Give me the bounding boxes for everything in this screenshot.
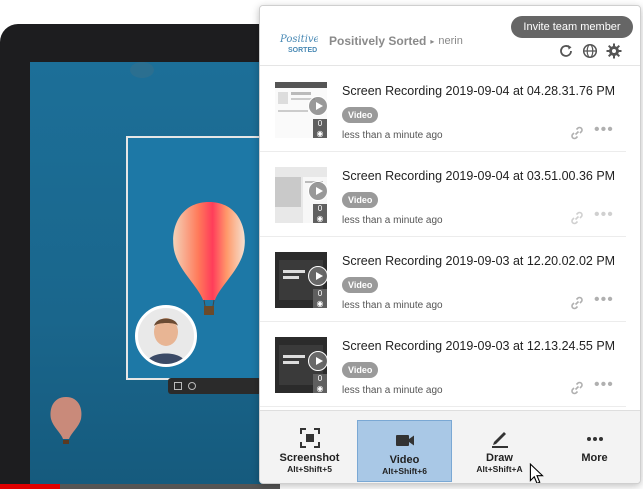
recording-type-badge: Video (342, 192, 379, 208)
mic-icon[interactable] (188, 382, 196, 390)
video-tool-button[interactable]: Video Alt+Shift+6 (357, 420, 544, 483)
play-icon[interactable] (308, 351, 327, 371)
recorder-controls-bar[interactable] (168, 378, 266, 394)
recording-title[interactable]: Screen Recording 2019-09-04 at 03.51.00.… (342, 169, 624, 183)
view-count: 0 ◉ (313, 374, 327, 393)
webcam-avatar (135, 305, 197, 367)
recording-thumbnail[interactable]: 0 ◉ (275, 337, 327, 393)
draw-tool-button[interactable]: Draw Alt+Shift+A (452, 419, 547, 483)
balloon-image-small (50, 397, 82, 444)
svg-text:SORTED: SORTED (288, 47, 317, 54)
play-icon[interactable] (308, 181, 327, 201)
person-face-icon (138, 308, 194, 364)
gear-icon[interactable] (606, 43, 622, 59)
org-name: Positively Sorted (329, 34, 427, 48)
recording-type-badge: Video (342, 107, 379, 123)
view-count: 0 ◉ (313, 119, 327, 138)
recording-type-badge: Video (342, 362, 379, 378)
positively-sorted-logo: Positively SORTED (279, 34, 318, 54)
recording-item[interactable]: 0 ◉ Screen Recording 2019-09-03 at 12.20.… (260, 237, 626, 322)
header-icon-group (558, 43, 622, 59)
video-progress-fill (0, 484, 60, 489)
more-options-icon[interactable]: ••• (594, 122, 613, 141)
tool-shortcut: Alt+Shift+A (476, 464, 523, 474)
recording-thumbnail[interactable]: 0 ◉ (275, 252, 327, 308)
recording-item[interactable]: 0 ◉ Screen Recording 2019-09-04 at 04.28.… (260, 67, 626, 152)
more-tool-button[interactable]: More (547, 419, 640, 483)
caret-right-icon: ▸ (430, 36, 435, 46)
globe-icon[interactable] (582, 43, 598, 59)
recording-title[interactable]: Screen Recording 2019-09-03 at 12.13.24.… (342, 339, 624, 353)
user-name: nerin (438, 35, 463, 47)
view-count: 0 ◉ (313, 204, 327, 223)
recordings-list: 0 ◉ Screen Recording 2019-09-04 at 04.28.… (260, 67, 640, 409)
screenshot-tool-button[interactable]: Screenshot Alt+Shift+5 (262, 419, 357, 483)
recording-timestamp: less than a minute ago (342, 130, 443, 141)
copy-link-icon[interactable] (569, 210, 585, 226)
more-options-icon[interactable]: ••• (594, 377, 613, 396)
balloon-image-tiny (130, 62, 154, 78)
video-progress-bar[interactable] (0, 484, 280, 489)
capture-toolbar: Screenshot Alt+Shift+5 Video Alt+Shift+6… (260, 410, 640, 483)
screenshot-icon (299, 428, 320, 448)
recording-title[interactable]: Screen Recording 2019-09-04 at 04.28.31.… (342, 84, 624, 98)
recording-item[interactable]: 0 ◉ Screen Recording 2019-09-04 at 03.51.… (260, 152, 626, 237)
recording-timestamp: less than a minute ago (342, 385, 443, 396)
refresh-icon[interactable] (558, 43, 574, 59)
recording-title[interactable]: Screen Recording 2019-09-03 at 12.20.02.… (342, 254, 624, 268)
hot-air-balloon-image (173, 202, 245, 315)
recording-timestamp: less than a minute ago (342, 215, 443, 226)
tool-label: Video (389, 454, 420, 466)
play-icon[interactable] (308, 266, 327, 286)
play-icon[interactable] (308, 96, 327, 116)
more-options-icon[interactable]: ••• (594, 292, 613, 311)
svg-text:Positively: Positively (279, 34, 318, 45)
recording-thumbnail[interactable]: 0 ◉ (275, 82, 327, 138)
recording-thumbnail[interactable]: 0 ◉ (275, 167, 327, 223)
recording-timestamp: less than a minute ago (342, 300, 443, 311)
extension-popup: Positively SORTED Positively Sorted ▸ ne… (259, 5, 641, 484)
tool-label: Draw (486, 452, 513, 464)
copy-link-icon[interactable] (569, 295, 585, 311)
copy-link-icon[interactable] (569, 380, 585, 396)
fullscreen-icon[interactable] (174, 382, 182, 390)
tool-label: More (581, 452, 608, 464)
view-count: 0 ◉ (313, 289, 327, 308)
recording-item[interactable]: 0 ◉ Screen Recording 2019-09-03 at 12.13.… (260, 322, 626, 407)
pencil-icon (491, 432, 508, 448)
tool-label: Screenshot (279, 452, 340, 464)
tool-shortcut: Alt+Shift+6 (382, 466, 427, 476)
more-options-icon[interactable]: ••• (594, 207, 613, 226)
video-camera-icon (395, 435, 414, 446)
recording-type-badge: Video (342, 277, 379, 293)
invite-team-member-button[interactable]: Invite team member (511, 16, 633, 38)
more-icon (586, 437, 603, 441)
popup-header: Positively SORTED Positively Sorted ▸ ne… (260, 6, 640, 66)
workspace-breadcrumb[interactable]: Positively Sorted ▸ nerin (329, 34, 463, 48)
tool-shortcut: Alt+Shift+5 (287, 464, 332, 474)
copy-link-icon[interactable] (569, 125, 585, 141)
